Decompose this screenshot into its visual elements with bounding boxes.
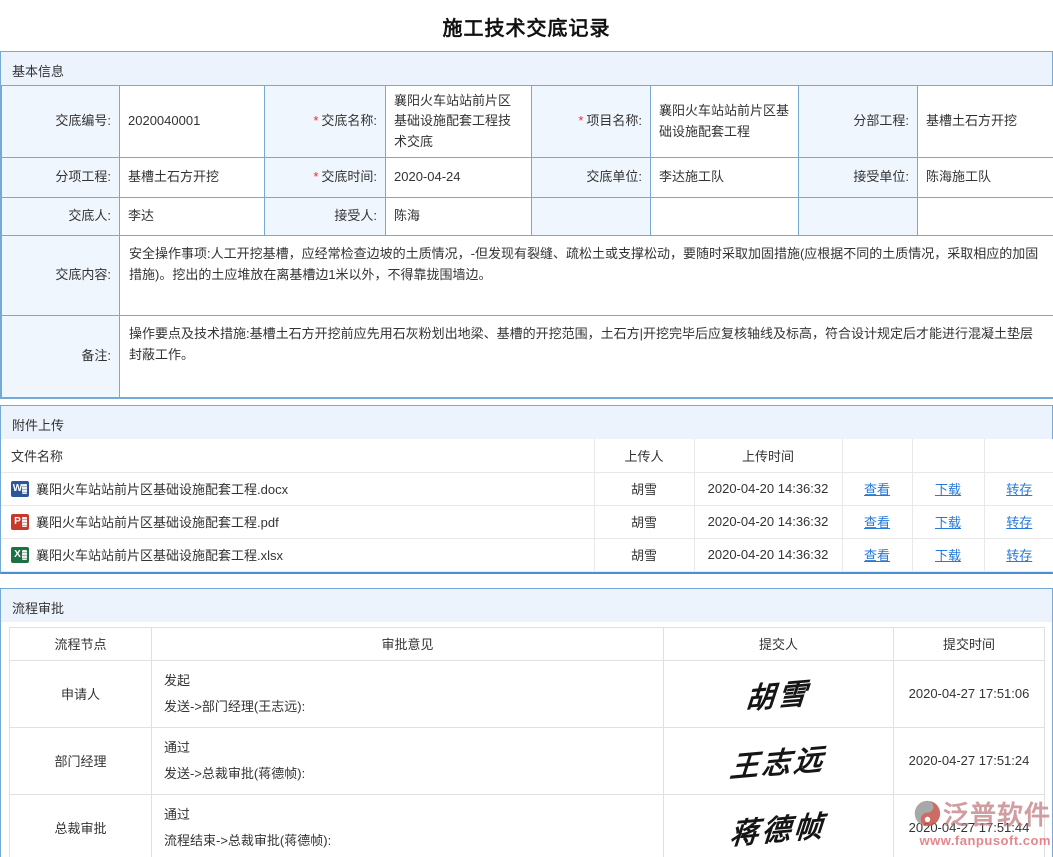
field-label-disclosure-unit: 交底单位:: [532, 158, 651, 198]
upload-time: 2020-04-20 14:36:32: [694, 538, 842, 571]
upload-time: 2020-04-20 14:36:32: [694, 472, 842, 505]
submit-time: 2020-04-27 17:51:44: [894, 794, 1045, 857]
column-header-uploader: 上传人: [594, 439, 694, 472]
basic-info-section-title: 基本信息: [1, 52, 1052, 85]
field-value-disclosure-unit: 李达施工队: [651, 158, 799, 198]
column-header-upload-time: 上传时间: [694, 439, 842, 472]
attachment-row: X 襄阳火车站站前片区基础设施配套工程.xlsx 胡雪 2020-04-20 14…: [1, 538, 1053, 571]
column-header-flow-node: 流程节点: [10, 627, 152, 660]
field-value-subitem-work: 基槽土石方开挖: [120, 158, 265, 198]
attachment-row: P 襄阳火车站站前片区基础设施配套工程.pdf 胡雪 2020-04-20 14:…: [1, 505, 1053, 538]
empty-value-cell: [918, 198, 1053, 236]
field-value-remark: 操作要点及技术措施:基槽土石方开挖前应先用石灰粉划出地梁、基槽的开挖范围，土石方…: [120, 316, 1053, 398]
field-value-receiving-unit: 陈海施工队: [918, 158, 1053, 198]
file-name-text: 襄阳火车站站前片区基础设施配套工程.docx: [36, 479, 288, 498]
field-value-disclosure-name: 襄阳火车站站前片区基础设施配套工程技术交底: [386, 86, 532, 158]
flow-node: 部门经理: [10, 727, 152, 794]
field-label-discloser: 交底人:: [2, 198, 120, 236]
column-header-file-name: 文件名称: [1, 439, 594, 472]
uploader-name: 胡雪: [594, 538, 694, 571]
transfer-link[interactable]: 转存: [1006, 515, 1032, 530]
flow-node: 申请人: [10, 660, 152, 727]
column-header-empty: [984, 439, 1053, 472]
transfer-link[interactable]: 转存: [1006, 548, 1032, 563]
field-value-disclosure-no: 2020040001: [120, 86, 265, 158]
required-asterisk: *: [313, 113, 318, 128]
attachments-section-title: 附件上传: [1, 406, 1052, 439]
field-value-receiver: 陈海: [386, 198, 532, 236]
view-link[interactable]: 查看: [864, 548, 890, 563]
pdf-file-icon: P: [11, 514, 29, 530]
field-label-subitem-work: 分项工程:: [2, 158, 120, 198]
field-label-division-work: 分部工程:: [799, 86, 918, 158]
transfer-link[interactable]: 转存: [1006, 482, 1032, 497]
approval-section-title: 流程审批: [1, 589, 1052, 622]
view-link[interactable]: 查看: [864, 515, 890, 530]
approval-opinion: 通过 流程结束->总裁审批(蒋德帧):: [152, 794, 664, 857]
field-label-disclosure-time: *交底时间:: [265, 158, 386, 198]
uploader-name: 胡雪: [594, 472, 694, 505]
column-header-empty: [912, 439, 984, 472]
signature: 胡雪: [745, 669, 812, 717]
approval-opinion: 发起 发送->部门经理(王志远):: [152, 660, 664, 727]
attachments-header-row: 文件名称 上传人 上传时间: [1, 439, 1053, 472]
word-file-icon: W: [11, 481, 29, 497]
attachment-row: W 襄阳火车站站前片区基础设施配套工程.docx 胡雪 2020-04-20 14…: [1, 472, 1053, 505]
submit-time: 2020-04-27 17:51:24: [894, 727, 1045, 794]
field-label-disclosure-content: 交底内容:: [2, 236, 120, 316]
column-header-submit-time: 提交时间: [894, 627, 1045, 660]
signature: 王志远: [729, 735, 828, 786]
file-name-text: 襄阳火车站站前片区基础设施配套工程.pdf: [36, 512, 279, 531]
approval-header-row: 流程节点 审批意见 提交人 提交时间: [10, 627, 1045, 660]
required-asterisk: *: [578, 113, 583, 128]
field-value-project-name: 襄阳火车站站前片区基础设施配套工程: [651, 86, 799, 158]
approval-opinion: 通过 发送->总裁审批(蒋德帧):: [152, 727, 664, 794]
file-name-text: 襄阳火车站站前片区基础设施配套工程.xlsx: [36, 545, 283, 564]
field-value-disclosure-content: 安全操作事项:人工开挖基槽，应经常检查边坡的土质情况，-但发现有裂缝、疏松土或支…: [120, 236, 1053, 316]
field-value-division-work: 基槽土石方开挖: [918, 86, 1053, 158]
field-value-disclosure-time: 2020-04-24: [386, 158, 532, 198]
field-label-remark: 备注:: [2, 316, 120, 398]
page-title: 施工技术交底记录: [0, 0, 1053, 51]
basic-info-section: 基本信息 交底编号: 2020040001 *交底名称: 襄阳火车站站前片区基础…: [0, 51, 1053, 399]
field-label-receiver: 接受人:: [265, 198, 386, 236]
download-link[interactable]: 下载: [935, 548, 961, 563]
field-label-disclosure-no: 交底编号:: [2, 86, 120, 158]
approval-table: 流程节点 审批意见 提交人 提交时间 申请人 发起 发送->部门经理(王志远):…: [9, 627, 1045, 857]
download-link[interactable]: 下载: [935, 482, 961, 497]
required-asterisk: *: [313, 169, 318, 184]
approval-section: 流程审批 流程节点 审批意见 提交人 提交时间 申请人 发起 发送->部门经理(…: [0, 588, 1053, 857]
flow-node: 总裁审批: [10, 794, 152, 857]
field-label-receiving-unit: 接受单位:: [799, 158, 918, 198]
empty-label-cell: [799, 198, 918, 236]
column-header-empty: [842, 439, 912, 472]
field-label-disclosure-name: *交底名称:: [265, 86, 386, 158]
attachments-section: 附件上传 文件名称 上传人 上传时间 W 襄阳火车站站前片区基础设施配套工程.do…: [0, 405, 1053, 574]
approval-row: 总裁审批 通过 流程结束->总裁审批(蒋德帧): 蒋德帧 2020-04-27 …: [10, 794, 1045, 857]
field-label-project-name: *项目名称:: [532, 86, 651, 158]
basic-info-table: 交底编号: 2020040001 *交底名称: 襄阳火车站站前片区基础设施配套工…: [1, 85, 1053, 398]
upload-time: 2020-04-20 14:36:32: [694, 505, 842, 538]
signature: 蒋德帧: [729, 802, 828, 853]
uploader-name: 胡雪: [594, 505, 694, 538]
submit-time: 2020-04-27 17:51:06: [894, 660, 1045, 727]
download-link[interactable]: 下载: [935, 515, 961, 530]
column-header-submitter: 提交人: [664, 627, 894, 660]
approval-row: 申请人 发起 发送->部门经理(王志远): 胡雪 2020-04-27 17:5…: [10, 660, 1045, 727]
excel-file-icon: X: [11, 547, 29, 563]
field-value-discloser: 李达: [120, 198, 265, 236]
empty-label-cell: [532, 198, 651, 236]
column-header-approval-opinion: 审批意见: [152, 627, 664, 660]
attachments-table: 文件名称 上传人 上传时间 W 襄阳火车站站前片区基础设施配套工程.docx 胡雪…: [1, 439, 1053, 572]
view-link[interactable]: 查看: [864, 482, 890, 497]
empty-value-cell: [651, 198, 799, 236]
approval-row: 部门经理 通过 发送->总裁审批(蒋德帧): 王志远 2020-04-27 17…: [10, 727, 1045, 794]
